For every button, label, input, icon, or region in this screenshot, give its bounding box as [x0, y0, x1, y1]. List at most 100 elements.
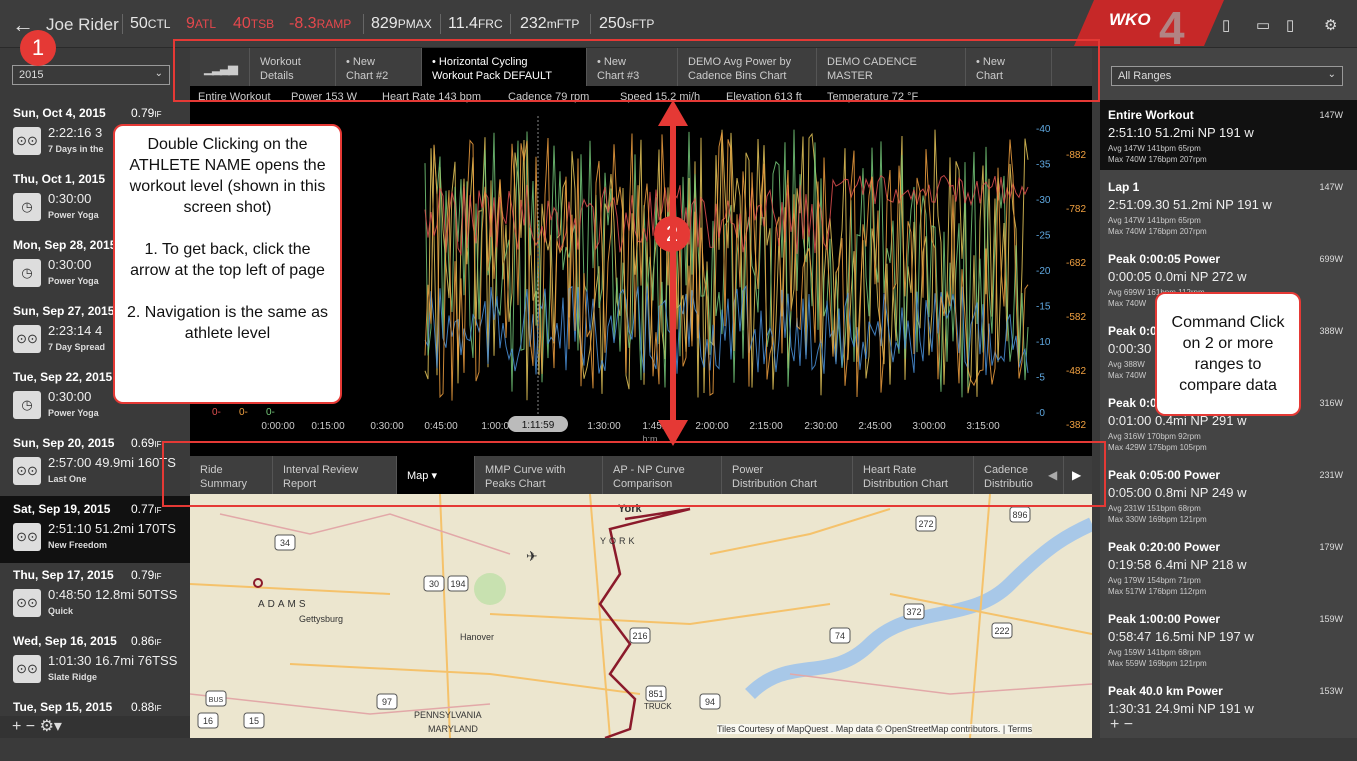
- range-avg-row: Avg 231W 151bpm 68rpm: [1108, 504, 1201, 513]
- range-title: Peak 0:05:00 Power: [1108, 468, 1221, 482]
- range-avg-power: 179W: [1319, 542, 1343, 552]
- add-remove-settings[interactable]: + − ⚙▾: [12, 716, 62, 736]
- svg-text:30: 30: [429, 579, 439, 589]
- map-place-label: YORK: [600, 536, 638, 546]
- metric-sftp: 250sFTP: [599, 15, 655, 32]
- metric-frc: 11.4FRC: [448, 15, 503, 32]
- range-max-row: Max 740W: [1108, 299, 1147, 308]
- svg-text:34: 34: [280, 538, 290, 548]
- workout-item[interactable]: Wed, Sep 16, 2015 0.86IF ⊙⊙ 1:01:30 16.7mi …: [0, 628, 190, 695]
- route-shield-icon: 34: [274, 534, 296, 551]
- range-avg-power: 147W: [1319, 110, 1343, 120]
- workout-if: 0.79IF: [131, 568, 162, 582]
- workout-date: Tue, Sep 22, 2015: [13, 370, 113, 384]
- athlete-name[interactable]: Joe Rider: [46, 15, 119, 35]
- report-tabs-highlight: [162, 441, 1106, 507]
- range-add-remove[interactable]: + −: [1110, 716, 1133, 734]
- right-panel-toggle-icon[interactable]: ▯: [1286, 16, 1294, 34]
- metric-mftp: 232mFTP: [520, 15, 580, 32]
- chevron-down-icon: ⌄: [1327, 69, 1336, 80]
- callout-badge-1: 1: [20, 30, 56, 66]
- range-summary: 0:05:00 0.8mi NP 249 w: [1108, 485, 1247, 500]
- workout-if: 0.69IF: [131, 436, 162, 450]
- x-tick-label: 3:00:00: [912, 421, 946, 432]
- bike-icon: ⊙⊙: [13, 457, 41, 485]
- range-title: Lap 1: [1108, 180, 1140, 194]
- route-shield-icon: 222: [991, 622, 1013, 639]
- map-place-label: Hanover: [460, 632, 494, 642]
- separator: [440, 14, 441, 34]
- airport-icon: ✈: [526, 548, 538, 564]
- range-item[interactable]: Entire Workout 147W 2:51:10 51.2mi NP 191 …: [1100, 100, 1357, 170]
- workout-summary: 0:30:00: [48, 257, 92, 272]
- range-max-row: Max 517W 176bpm 112rpm: [1108, 587, 1207, 596]
- route-shield-icon: 896: [1009, 506, 1031, 523]
- bike-icon: ⊙⊙: [13, 325, 41, 353]
- workout-summary: 2:23:14 4: [48, 323, 103, 338]
- svg-text:74: 74: [835, 631, 845, 641]
- range-select[interactable]: All Ranges ⌄: [1111, 66, 1343, 86]
- y-tick-label: -382: [1066, 420, 1086, 431]
- y-tick-label: 0-: [266, 407, 275, 418]
- workout-date: Sun, Sep 27, 2015: [13, 304, 115, 318]
- left-panel-toggle-icon[interactable]: ▯: [1222, 16, 1230, 34]
- separator: [122, 14, 123, 34]
- map-attribution: Tiles Courtesy of MapQuest . Map data © …: [717, 724, 1033, 734]
- route-shield-icon: 97: [376, 693, 398, 710]
- metric-tsb: 40TSB: [233, 15, 275, 32]
- range-item[interactable]: Peak 0:20:00 Power 179W 0:19:58 6.4mi NP 2…: [1100, 532, 1357, 602]
- range-title: Peak 0:20:00 Power: [1108, 540, 1221, 554]
- workout-date: Sun, Oct 4, 2015: [13, 106, 106, 120]
- range-item[interactable]: Lap 1 147W 2:51:09.30 51.2mi NP 191 w Avg 1…: [1100, 172, 1357, 242]
- svg-text:272: 272: [918, 519, 933, 529]
- park-area: [474, 573, 506, 605]
- metric-pmax: 829PMAX: [371, 15, 432, 32]
- bike-icon: ⊙⊙: [13, 589, 41, 617]
- range-summary: 1:30:31 24.9mi NP 191 w: [1108, 701, 1254, 716]
- svg-text:BUS: BUS: [209, 697, 224, 704]
- workout-date: Mon, Sep 28, 2015: [13, 238, 117, 252]
- year-select[interactable]: 2015 ⌄: [12, 65, 170, 85]
- x-tick-label: 2:30:00: [804, 421, 838, 432]
- x-tick-label: 0:30:00: [370, 421, 404, 432]
- y-tick-label: -10: [1036, 337, 1051, 348]
- y-tick-label: -30: [1036, 195, 1051, 206]
- range-item[interactable]: Peak 40.0 km Power 153W 1:30:31 24.9mi NP …: [1100, 676, 1357, 746]
- bike-icon: ⊙⊙: [13, 655, 41, 683]
- gear-icon[interactable]: ⚙: [1324, 16, 1337, 34]
- range-avg-row: Avg 159W 141bpm 68rpm: [1108, 648, 1201, 657]
- range-max-row: Max 330W 169bpm 121rpm: [1108, 515, 1207, 524]
- logo-number: 4: [1159, 2, 1185, 46]
- range-item[interactable]: Peak 1:00:00 Power 159W 0:58:47 16.5mi NP …: [1100, 604, 1357, 674]
- workout-item[interactable]: Thu, Sep 17, 2015 0.79IF ⊙⊙ 0:48:50 12.8mi …: [0, 562, 190, 629]
- range-avg-row: Avg 388W: [1108, 360, 1145, 369]
- x-tick-label: 0:15:00: [311, 421, 345, 432]
- workout-date: Sun, Sep 20, 2015: [13, 436, 115, 450]
- x-tick-label: 0:00:00: [261, 421, 295, 432]
- route-map[interactable]: ✈ York YORK ADAMS Gettysburg Hanover PENNSYLVA…: [190, 494, 1092, 738]
- workout-summary: 2:57:00 49.9mi 160TS: [48, 455, 176, 470]
- range-avg-power: 316W: [1319, 398, 1343, 408]
- y-tick-label: -682: [1066, 258, 1086, 269]
- stopwatch-icon: ◷: [13, 193, 41, 221]
- y-tick-label: -25: [1036, 231, 1051, 242]
- route-shield-icon: BUS: [205, 690, 227, 707]
- range-title: Peak 40.0 km Power: [1108, 684, 1223, 698]
- workout-name: Slate Ridge: [48, 672, 98, 682]
- range-item[interactable]: Peak 0:05:00 Power 231W 0:05:00 0.8mi NP 2…: [1100, 460, 1357, 530]
- range-avg-row: Avg 179W 154bpm 71rpm: [1108, 576, 1201, 585]
- y-tick-label: -5: [1036, 373, 1045, 384]
- workout-name: Power Yoga: [48, 210, 99, 220]
- workout-summary: 0:48:50 12.8mi 50TSS: [48, 587, 178, 602]
- svg-text:16: 16: [203, 716, 213, 726]
- route-shield-icon: 94: [699, 693, 721, 710]
- workout-summary: 2:22:16 3: [48, 125, 103, 140]
- bottom-panel-toggle-icon[interactable]: ▭: [1256, 16, 1270, 34]
- workout-if: 0.88IF: [131, 700, 162, 714]
- range-title: Peak 1:00:00 Power: [1108, 612, 1221, 626]
- logo-text: WKO: [1109, 10, 1151, 29]
- x-tick-label: 2:00:00: [695, 421, 729, 432]
- route-shield-icon: 272: [915, 515, 937, 532]
- y-tick-label: 0-: [239, 407, 248, 418]
- x-tick-label: 2:15:00: [749, 421, 783, 432]
